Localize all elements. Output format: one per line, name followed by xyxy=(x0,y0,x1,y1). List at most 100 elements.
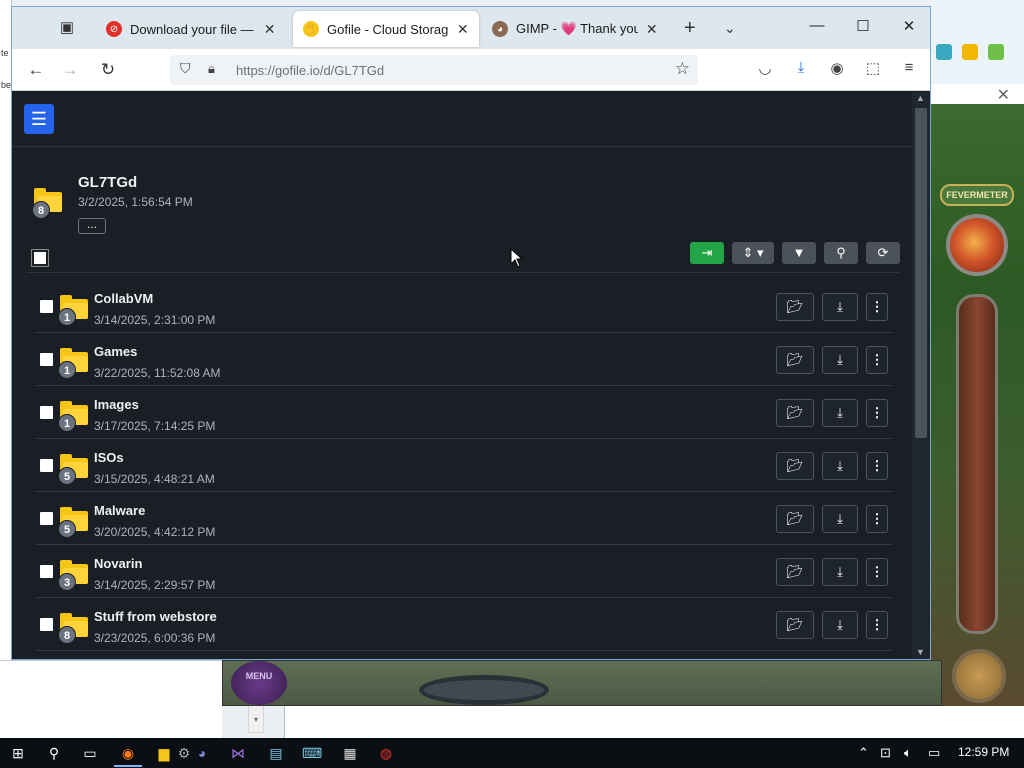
more-options-button[interactable]: ⋮ xyxy=(866,558,888,586)
row-checkbox[interactable] xyxy=(40,353,53,366)
root-more-button[interactable]: ... xyxy=(78,218,106,234)
folder-row[interactable]: 3 Novarin 3/14/2025, 2:29:57 PM 📂︎ ⤓ ⋮ xyxy=(36,545,892,598)
download-button[interactable]: ⤓ xyxy=(822,346,858,374)
firefox-icon[interactable]: ◉ xyxy=(118,744,138,762)
bookmark-star-icon[interactable]: ☆ xyxy=(675,59,690,79)
select-all-checkbox[interactable] xyxy=(31,249,49,267)
download-icon: ⤓ xyxy=(837,405,843,420)
game-menu-button[interactable]: MENU xyxy=(231,661,287,705)
folder-name[interactable]: Stuff from webstore xyxy=(94,609,217,624)
folder-row[interactable]: 5 ISOs 3/15/2025, 4:48:21 AM 📂︎ ⤓ ⋮ xyxy=(36,439,892,492)
collections-icon[interactable]: ▣ xyxy=(56,17,78,39)
page-scrollbar[interactable]: ▲ ▼ xyxy=(912,92,930,659)
download-button[interactable]: ⤓ xyxy=(822,611,858,639)
sort-button[interactable]: ⇕ ▾ xyxy=(732,242,774,264)
open-folder-button[interactable]: 📂︎ xyxy=(776,346,814,374)
file-explorer-icon[interactable]: ▆ xyxy=(154,744,174,762)
tab-close-icon[interactable]: ✕ xyxy=(457,21,470,38)
game-close-icon[interactable]: ✕ xyxy=(997,85,1010,105)
clapperboard-icon[interactable]: ▦ xyxy=(340,744,360,762)
folder-name[interactable]: ISOs xyxy=(94,450,124,465)
chevron-down-icon[interactable]: ⌄ xyxy=(724,17,736,39)
folder-open-icon: 📂︎ xyxy=(786,458,804,473)
more-options-button[interactable]: ⋮ xyxy=(866,611,888,639)
tab-close-icon[interactable]: ✕ xyxy=(263,21,276,38)
download-button[interactable]: ⤓ xyxy=(822,452,858,480)
open-folder-button[interactable]: 📂︎ xyxy=(776,611,814,639)
more-options-button[interactable]: ⋮ xyxy=(866,452,888,480)
tab-gofile[interactable]: ✋ Gofile - Cloud Storage Ma ✕ xyxy=(293,11,479,47)
download-button[interactable]: ⤓ xyxy=(822,399,858,427)
folder-row[interactable]: 8 Stuff from webstore 3/23/2025, 6:00:36… xyxy=(36,598,892,651)
open-folder-button[interactable]: 📂︎ xyxy=(776,399,814,427)
folder-name[interactable]: CollabVM xyxy=(94,291,153,306)
search-icon[interactable]: ⚲ xyxy=(44,744,64,762)
folder-row[interactable]: 1 Games 3/22/2025, 11:52:08 AM 📂︎ ⤓ ⋮ xyxy=(36,333,892,386)
open-folder-button[interactable]: 📂︎ xyxy=(776,293,814,321)
minimize-icon[interactable]: — xyxy=(806,17,828,34)
scrollbar-thumb[interactable] xyxy=(915,108,927,438)
hamburger-menu-icon[interactable]: ≡ xyxy=(898,59,920,76)
close-icon[interactable]: ✕ xyxy=(898,17,920,35)
more-options-button[interactable]: ⋮ xyxy=(866,399,888,427)
new-tab-icon[interactable]: + xyxy=(684,17,696,39)
folder-row[interactable]: 1 Images 3/17/2025, 7:14:25 PM 📂︎ ⤓ ⋮ xyxy=(36,386,892,439)
forward-arrow-icon[interactable]: → xyxy=(58,59,82,81)
row-checkbox[interactable] xyxy=(40,300,53,313)
row-checkbox[interactable] xyxy=(40,565,53,578)
task-view-icon[interactable]: ▭ xyxy=(80,744,100,762)
extensions-icon[interactable]: ⬚ xyxy=(862,59,884,77)
open-folder-button[interactable]: 📂︎ xyxy=(776,505,814,533)
more-options-button[interactable]: ⋮ xyxy=(866,505,888,533)
folder-name[interactable]: Games xyxy=(94,344,137,359)
search-button[interactable]: ⚲ xyxy=(824,242,858,264)
scroll-up-icon[interactable]: ▲ xyxy=(916,93,925,103)
discord-icon[interactable]: ◕ xyxy=(192,744,212,762)
download-button[interactable]: ⤓ xyxy=(822,558,858,586)
volume-icon[interactable]: 🔈︎ xyxy=(904,744,912,762)
maximize-icon[interactable]: ☐ xyxy=(852,17,874,35)
sidebar-menu-button[interactable]: ☰ xyxy=(24,104,54,134)
notifications-icon[interactable]: ▭ xyxy=(928,744,940,762)
folder-name[interactable]: Malware xyxy=(94,503,145,518)
tab-gimp[interactable]: ◕ GIMP - 💗 Thank you for ✕ xyxy=(482,11,668,47)
account-icon[interactable]: ◉ xyxy=(826,59,848,77)
filter-button[interactable]: ▼ xyxy=(782,242,816,264)
back-arrow-icon[interactable]: ← xyxy=(24,59,48,81)
folder-name[interactable]: Images xyxy=(94,397,139,412)
scroll-down-icon[interactable]: ▼ xyxy=(916,647,925,657)
notepad-icon[interactable]: ▤ xyxy=(266,744,286,762)
more-options-button[interactable]: ⋮ xyxy=(866,293,888,321)
download-icon[interactable]: ⤓ xyxy=(790,59,812,76)
row-checkbox[interactable] xyxy=(40,406,53,419)
row-checkbox[interactable] xyxy=(40,459,53,472)
tab-download-file[interactable]: ⊘ Download your file — Ce ✕ xyxy=(96,11,286,47)
reload-icon[interactable]: ↻ xyxy=(96,59,120,81)
row-checkbox[interactable] xyxy=(40,512,53,525)
pocket-icon[interactable]: ◡ xyxy=(754,59,776,77)
tab-close-icon[interactable]: ✕ xyxy=(646,21,659,38)
shield-icon[interactable]: ⛉ xyxy=(180,60,191,77)
visual-studio-icon[interactable]: ⋈ xyxy=(228,744,248,762)
folder-row[interactable]: 5 Malware 3/20/2025, 4:42:12 PM 📂︎ ⤓ ⋮ xyxy=(36,492,892,545)
network-icon[interactable]: ⊡ xyxy=(880,744,891,762)
download-button[interactable]: ⤓ xyxy=(822,505,858,533)
keyboard-icon[interactable]: ⌨ xyxy=(302,744,322,762)
url-text[interactable]: https://gofile.io/d/GL7TGd xyxy=(236,63,384,78)
app-red-icon[interactable]: ◍ xyxy=(376,744,396,762)
url-bar[interactable]: ⛉ 🔒︎ https://gofile.io/d/GL7TGd ☆ xyxy=(170,55,698,85)
open-folder-button[interactable]: 📂︎ xyxy=(776,452,814,480)
download-button[interactable]: ⤓ xyxy=(822,293,858,321)
folder-name[interactable]: Novarin xyxy=(94,556,142,571)
row-checkbox[interactable] xyxy=(40,618,53,631)
more-options-button[interactable]: ⋮ xyxy=(866,346,888,374)
lock-icon[interactable]: 🔒︎ xyxy=(208,61,215,77)
settings-gear-icon[interactable]: ⚙ xyxy=(174,744,194,762)
chevron-up-icon[interactable]: ⌃ xyxy=(858,744,869,762)
open-folder-button[interactable]: 📂︎ xyxy=(776,558,814,586)
taskbar-clock[interactable]: 12:59 PM xyxy=(958,745,1009,759)
refresh-button[interactable]: ⟳ xyxy=(866,242,900,264)
folder-row[interactable]: 1 CollabVM 3/14/2025, 2:31:00 PM 📂︎ ⤓ ⋮ xyxy=(36,280,892,333)
windows-start-icon[interactable]: ⊞ xyxy=(8,744,28,762)
import-button[interactable]: ⇥ xyxy=(690,242,724,264)
